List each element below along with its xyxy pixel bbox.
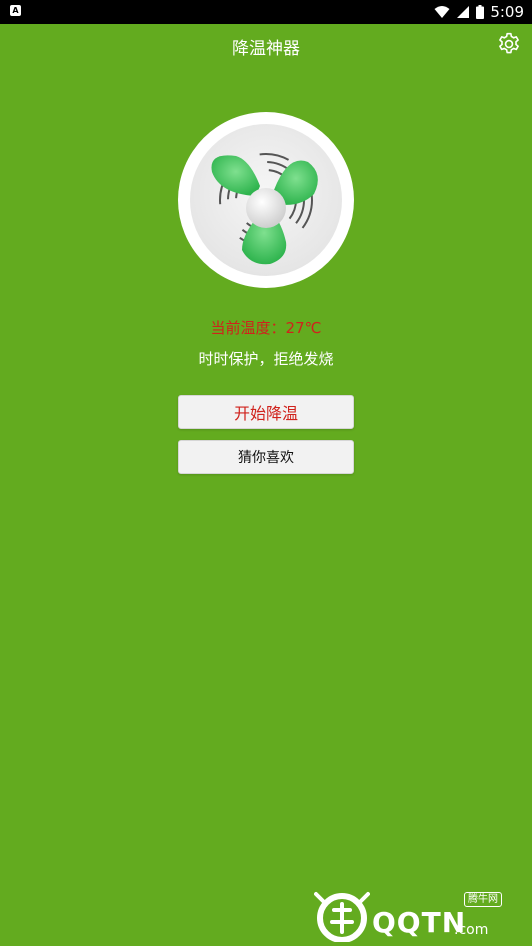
watermark-tag: 腾牛网 [464, 892, 502, 907]
slogan-text: 时时保护，拒绝发烧 [198, 350, 334, 368]
app-title: 降温神器 [232, 39, 300, 59]
gear-icon[interactable] [496, 31, 522, 57]
start-cooling-button[interactable]: 开始降温 [178, 395, 354, 429]
guess-you-like-button[interactable]: 猜你喜欢 [178, 440, 354, 474]
notification-icon: A [10, 5, 21, 16]
wifi-icon [434, 6, 450, 18]
watermark-suffix: .com [454, 922, 489, 938]
fan-icon [190, 124, 342, 276]
current-temperature: 当前温度：27℃ [210, 319, 322, 337]
watermark-logo: QQTN .com 腾牛网 [314, 890, 524, 942]
app-bar: 降温神器 [0, 24, 532, 66]
fan-button[interactable] [178, 112, 354, 288]
signal-icon [457, 6, 470, 18]
status-time: 5:09 [490, 3, 524, 21]
status-bar: A 5:09 [0, 0, 532, 24]
battery-icon [476, 5, 485, 19]
watermark-emblem [314, 892, 370, 942]
watermark-brand: QQTN [372, 906, 467, 939]
